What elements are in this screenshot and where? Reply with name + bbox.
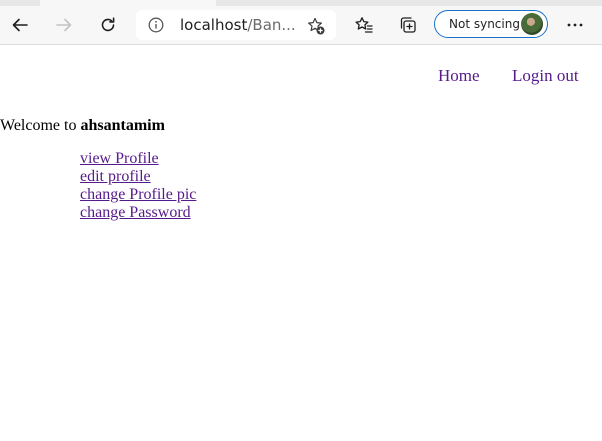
arrow-left-icon — [12, 18, 28, 32]
info-icon[interactable] — [148, 17, 164, 33]
sync-status-label: Not syncing — [449, 17, 520, 31]
nav-home-link[interactable]: Home — [438, 66, 480, 86]
star-plus-icon[interactable] — [306, 16, 326, 36]
browser-toolbar: localhost/Ban... Not syncing — [0, 6, 602, 45]
list-item: change Profile pic — [80, 186, 196, 204]
welcome-prefix: Welcome to — [0, 117, 77, 134]
url-host: localhost — [180, 16, 248, 34]
more-button[interactable] — [560, 10, 590, 40]
more-icon — [567, 23, 583, 27]
arrow-right-icon — [56, 18, 72, 32]
collections-button[interactable] — [393, 10, 423, 40]
refresh-button[interactable] — [93, 10, 123, 40]
list-item: view Profile — [80, 150, 196, 168]
account-menu: view Profile edit profile change Profile… — [80, 150, 196, 222]
url-text[interactable]: localhost/Ban... — [180, 16, 296, 34]
change-password-link[interactable]: change Password — [80, 204, 191, 221]
back-button[interactable] — [5, 10, 35, 40]
profile-sync-button[interactable]: Not syncing — [434, 10, 548, 38]
change-profile-pic-link[interactable]: change Profile pic — [80, 186, 196, 203]
list-item: edit profile — [80, 168, 196, 186]
nav-logout-link[interactable]: Login out — [512, 66, 579, 86]
avatar — [521, 13, 543, 35]
favorites-button[interactable] — [349, 10, 379, 40]
view-profile-link[interactable]: view Profile — [80, 150, 159, 167]
edit-profile-link[interactable]: edit profile — [80, 168, 151, 185]
list-item: change Password — [80, 204, 196, 222]
favorites-icon — [355, 17, 373, 33]
refresh-icon — [101, 17, 115, 32]
url-path: /Ban... — [247, 16, 296, 34]
address-bar[interactable]: localhost/Ban... — [136, 10, 336, 40]
username: ahsantamim — [80, 117, 165, 134]
forward-button[interactable] — [49, 10, 79, 40]
welcome-message: Welcome to ahsantamim — [0, 117, 165, 135]
page-content: Home Login out Welcome to ahsantamim vie… — [0, 45, 602, 441]
collections-icon — [400, 17, 416, 33]
